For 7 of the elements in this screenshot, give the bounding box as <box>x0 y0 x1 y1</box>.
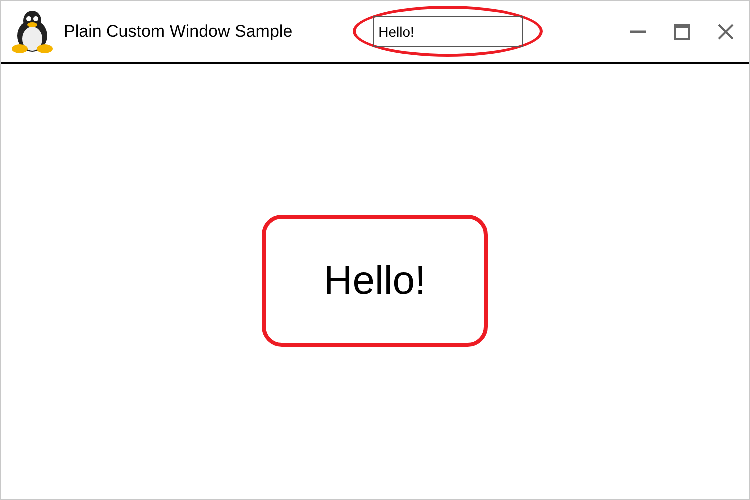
minimize-icon <box>630 30 646 34</box>
maximize-icon <box>674 24 690 40</box>
hello-label: Hello! <box>262 214 488 346</box>
window-title: Plain Custom Window Sample <box>64 20 293 43</box>
text-field[interactable]: Hello! <box>372 16 523 47</box>
close-icon <box>718 24 734 40</box>
penguin-icon <box>11 10 54 54</box>
